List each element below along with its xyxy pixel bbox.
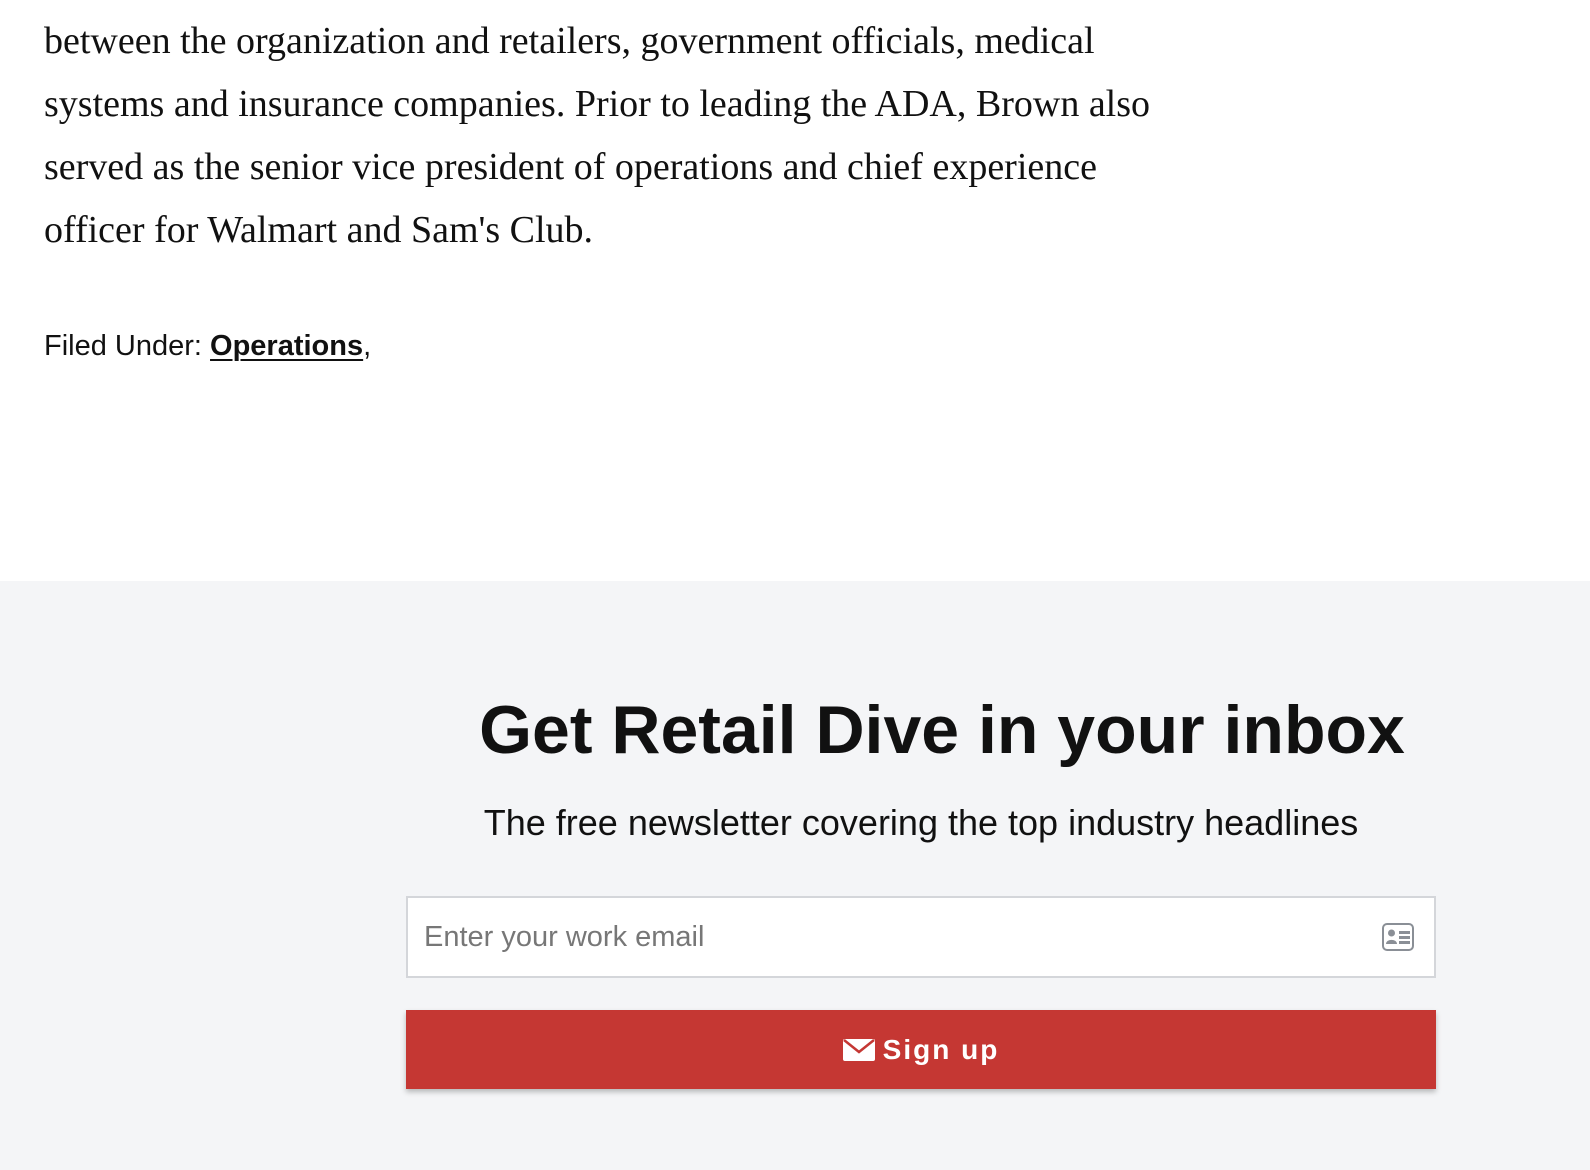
article-line: between the organization and retailers, … xyxy=(44,20,1095,62)
newsletter-title: Get Retail Dive in your inbox xyxy=(479,692,1405,768)
topic-link-operations[interactable]: Operations xyxy=(210,330,363,362)
filed-under: Filed Under: Operations, xyxy=(44,330,371,363)
article-line: systems and insurance companies. Prior t… xyxy=(44,83,1151,125)
newsletter-subtitle: The free newsletter covering the top ind… xyxy=(483,802,1359,843)
article-line: officer for Walmart and Sam's Club. xyxy=(44,209,594,251)
article-line: served as the senior vice president of o… xyxy=(44,146,1097,188)
sign-up-label: Sign up xyxy=(882,1033,1000,1065)
article-paragraph: between the organization and retailers, … xyxy=(44,10,1284,262)
newsletter-signup-section: Get Retail Dive in your inbox The free n… xyxy=(0,581,1590,1170)
email-input[interactable] xyxy=(408,898,1348,976)
envelope-icon xyxy=(842,1038,875,1061)
filed-under-separator: , xyxy=(363,330,372,362)
article-content: between the organization and retailers, … xyxy=(44,0,1284,262)
filed-under-label: Filed Under: xyxy=(44,330,202,362)
page: between the organization and retailers, … xyxy=(0,0,1590,1170)
email-field xyxy=(406,896,1436,978)
contact-card-icon xyxy=(1382,923,1414,951)
sign-up-button[interactable]: Sign up xyxy=(406,1010,1436,1089)
